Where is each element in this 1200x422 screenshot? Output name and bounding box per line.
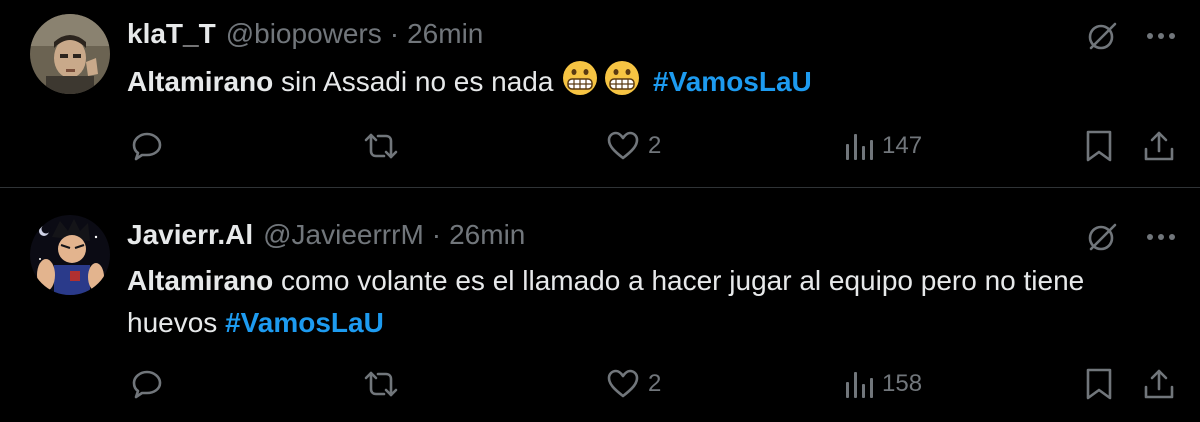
views-icon: [844, 132, 874, 160]
tweet-top-icons: [1084, 18, 1176, 54]
reply-button[interactable]: [130, 126, 164, 166]
like-count: 2: [648, 132, 662, 159]
more-icon[interactable]: [1146, 232, 1176, 242]
separator: ·: [389, 18, 400, 49]
view-count: 147: [882, 132, 923, 159]
like-button[interactable]: 2: [606, 364, 661, 404]
heart-icon: [606, 130, 640, 162]
timestamp[interactable]: 26min: [449, 218, 525, 252]
tweet-header: klaT_T @biopowers · 26min: [127, 17, 483, 51]
reply-icon: [130, 367, 164, 401]
avatar[interactable]: [30, 14, 110, 94]
avatar[interactable]: [30, 215, 110, 295]
bookmark-button[interactable]: [1084, 364, 1114, 404]
share-button[interactable]: [1142, 364, 1176, 404]
tweet-text: Altamirano sin Assadi no es nada #VamosL…: [127, 59, 1137, 103]
share-icon: [1142, 129, 1176, 163]
tweet-actions: 2 147: [0, 126, 1200, 166]
retweet-icon: [362, 129, 400, 163]
share-button[interactable]: [1142, 126, 1176, 166]
more-icon[interactable]: [1146, 31, 1176, 41]
retweet-icon: [362, 367, 400, 401]
reply-button[interactable]: [130, 364, 164, 404]
views-button[interactable]: 147: [844, 126, 922, 166]
view-count: 158: [882, 370, 923, 397]
grok-icon[interactable]: [1084, 18, 1120, 54]
like-button[interactable]: 2: [606, 126, 661, 166]
separator: ·: [431, 219, 442, 250]
retweet-button[interactable]: [362, 126, 400, 166]
tweet-header: Javierr.Al @JavieerrrM · 26min: [127, 218, 525, 252]
grok-icon[interactable]: [1084, 219, 1120, 255]
display-name[interactable]: klaT_T: [127, 17, 216, 51]
heart-icon: [606, 368, 640, 400]
grimacing-face-icon: [561, 59, 599, 97]
like-count: 2: [648, 370, 662, 397]
display-name[interactable]: Javierr.Al: [127, 218, 253, 252]
mention-name: Altamirano: [127, 265, 274, 296]
tweet[interactable]: Javierr.Al @JavieerrrM · 26min Altamiran…: [0, 188, 1200, 422]
bookmark-icon: [1084, 129, 1114, 163]
bookmark-icon: [1084, 367, 1114, 401]
hashtag-link[interactable]: #VamosLaU: [653, 66, 812, 97]
tweet-text-content: sin Assadi no es nada: [273, 66, 562, 97]
tweet[interactable]: klaT_T @biopowers · 26min Altamirano sin…: [0, 0, 1200, 187]
retweet-button[interactable]: [362, 364, 400, 404]
views-button[interactable]: 158: [844, 364, 922, 404]
tweet-top-icons: [1084, 219, 1176, 255]
user-handle[interactable]: @biopowers: [226, 17, 382, 51]
share-icon: [1142, 367, 1176, 401]
user-handle[interactable]: @JavieerrrM: [263, 218, 424, 252]
timestamp[interactable]: 26min: [407, 17, 483, 51]
hashtag-link[interactable]: #VamosLaU: [225, 307, 384, 338]
views-icon: [844, 370, 874, 398]
tweet-actions: 2 158: [0, 364, 1200, 404]
grimacing-face-icon: [603, 59, 641, 97]
bookmark-button[interactable]: [1084, 126, 1114, 166]
reply-icon: [130, 129, 164, 163]
tweet-text: Altamirano como volante es el llamado a …: [127, 260, 1137, 344]
mention-name: Altamirano: [127, 66, 274, 97]
